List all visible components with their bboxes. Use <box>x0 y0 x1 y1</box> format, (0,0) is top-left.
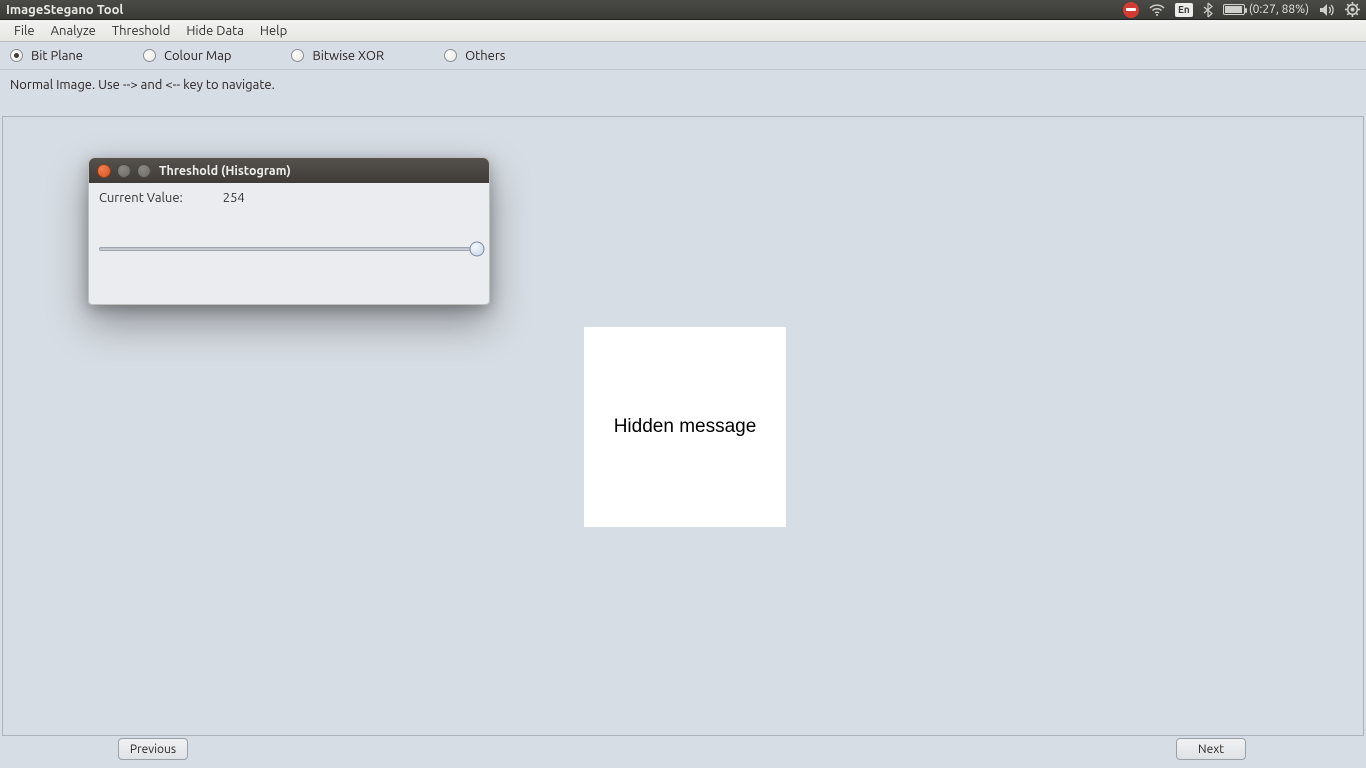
bottom-nav-bar: Previous Next <box>0 738 1366 764</box>
battery-text: (0:27, 88%) <box>1249 3 1309 16</box>
slider-thumb[interactable] <box>470 242 485 257</box>
menu-file[interactable]: File <box>8 22 41 40</box>
radio-bitwise-xor[interactable]: Bitwise XOR <box>291 49 384 63</box>
battery-indicator[interactable]: (0:27, 88%) <box>1223 3 1309 16</box>
radio-others[interactable]: Others <box>444 49 505 63</box>
next-button[interactable]: Next <box>1176 738 1246 760</box>
volume-icon[interactable] <box>1319 3 1335 17</box>
current-value: 254 <box>223 191 245 205</box>
radio-label: Bitwise XOR <box>312 49 384 63</box>
wifi-icon[interactable] <box>1149 3 1165 17</box>
system-title-bar: ImageStegano Tool En (0:27, 88%) <box>0 0 1366 20</box>
no-entry-icon[interactable] <box>1123 2 1139 18</box>
menu-bar: File Analyze Threshold Hide Data Help <box>0 20 1366 42</box>
menu-threshold[interactable]: Threshold <box>106 22 176 40</box>
radio-icon <box>444 49 457 62</box>
maximize-icon[interactable] <box>137 164 151 178</box>
threshold-dialog[interactable]: Threshold (Histogram) Current Value: 254 <box>88 157 490 305</box>
language-indicator[interactable]: En <box>1175 3 1193 17</box>
threshold-slider[interactable] <box>99 241 479 257</box>
menu-analyze[interactable]: Analyze <box>45 22 102 40</box>
radio-bit-plane[interactable]: Bit Plane <box>10 49 83 63</box>
navigation-hint: Normal Image. Use --> and <-- key to nav… <box>0 70 1366 100</box>
radio-icon <box>143 49 156 62</box>
close-icon[interactable] <box>97 164 111 178</box>
app-title: ImageStegano Tool <box>6 3 123 17</box>
bluetooth-icon[interactable] <box>1203 2 1213 18</box>
radio-icon <box>291 49 304 62</box>
hidden-message-text: Hidden message <box>614 416 757 438</box>
mode-selector-row: Bit Plane Colour Map Bitwise XOR Others <box>0 42 1366 70</box>
radio-label: Others <box>465 49 505 63</box>
image-panel: Hidden message <box>584 327 786 527</box>
radio-icon <box>10 49 23 62</box>
dialog-body: Current Value: 254 <box>89 183 489 265</box>
radio-label: Colour Map <box>164 49 231 63</box>
system-tray: En (0:27, 88%) <box>1123 2 1360 18</box>
previous-button[interactable]: Previous <box>118 738 188 760</box>
radio-colour-map[interactable]: Colour Map <box>143 49 231 63</box>
current-value-label: Current Value: <box>99 191 183 205</box>
menu-help[interactable]: Help <box>254 22 293 40</box>
dialog-title: Threshold (Histogram) <box>159 164 291 178</box>
dialog-title-bar[interactable]: Threshold (Histogram) <box>89 158 489 183</box>
radio-label: Bit Plane <box>31 49 83 63</box>
slider-track <box>99 247 479 251</box>
minimize-icon[interactable] <box>117 164 131 178</box>
settings-gear-icon[interactable] <box>1345 2 1360 17</box>
menu-hide-data[interactable]: Hide Data <box>180 22 250 40</box>
